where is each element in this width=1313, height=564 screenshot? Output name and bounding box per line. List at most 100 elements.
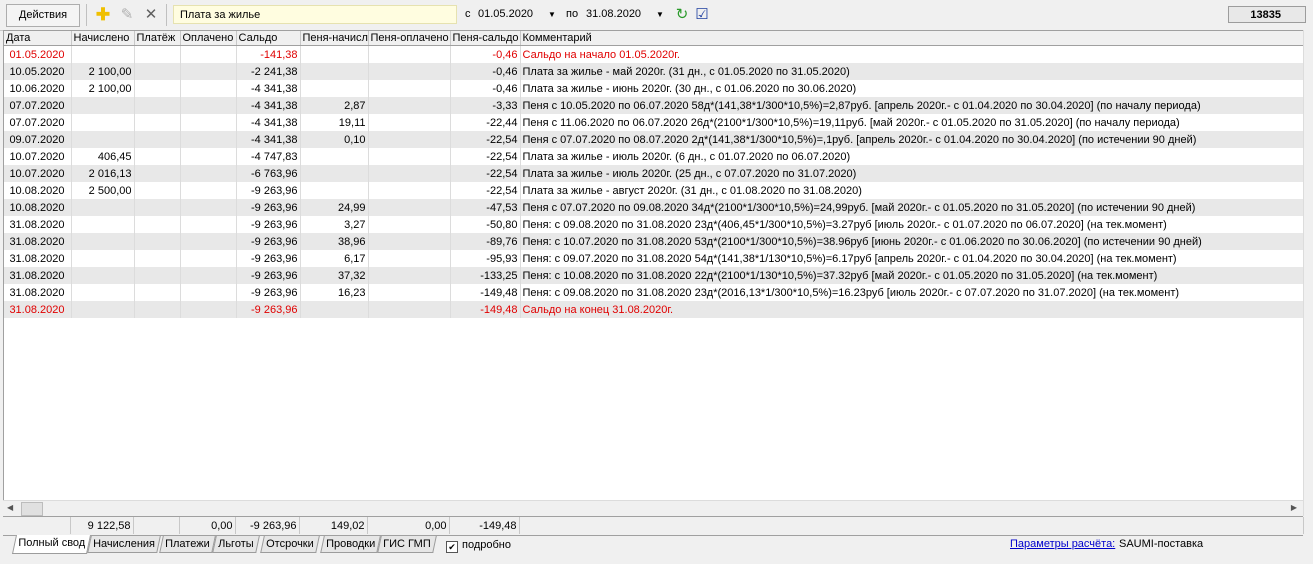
tab-full-summary[interactable]: Полный свод [11, 535, 91, 554]
chevron-down-icon[interactable]: ▼ [654, 5, 666, 24]
table-row[interactable]: 10.05.2020 2 100,00 -2 241,38 -0,46 Плата за… [4, 63, 1304, 80]
cell-penalty-accrued: 0,10 [300, 131, 369, 148]
column-header-balance[interactable]: Сальдо [236, 31, 301, 46]
cell-balance: -6 763,96 [236, 165, 301, 182]
vertical-scrollbar[interactable] [1303, 30, 1313, 516]
cell-penalty-accrued: 19,11 [300, 114, 369, 131]
table-row[interactable]: 07.07.2020 -4 341,38 19,11 -22,44 Пеня с 11.… [4, 114, 1304, 131]
total-balance: -9 263,96 [235, 517, 300, 534]
cell-balance: -9 263,96 [236, 216, 301, 233]
cell-balance: -4 341,38 [236, 131, 301, 148]
tab-gis-gmp[interactable]: ГИС ГМП [377, 536, 437, 553]
cell-accrued [71, 131, 135, 148]
toolbar: Действия ✚ ✎ ✕ Плата за жилье с 01.05.20… [0, 0, 1313, 31]
cell-penalty-balance: -0,46 [450, 80, 521, 97]
cell-penalty-balance: -22,44 [450, 114, 521, 131]
table-row[interactable]: 31.08.2020 -9 263,96 16,23 -149,48 Пеня: с 0… [4, 284, 1304, 301]
cell-penalty-balance: -22,54 [450, 148, 521, 165]
column-header-penalty-accrued[interactable]: Пеня-начисл [300, 31, 369, 46]
cell-penalty-paid [368, 250, 451, 267]
table-row[interactable]: 10.08.2020 -9 263,96 24,99 -47,53 Пеня с 07.… [4, 199, 1304, 216]
data-grid[interactable]: Дата Начислено Платёж Оплачено Сальдо Пеня-на… [3, 30, 1304, 502]
cell-paid [180, 131, 237, 148]
edit-icon[interactable]: ✎ [118, 6, 136, 24]
tab-accruals[interactable]: Начисления [87, 536, 161, 553]
actions-button[interactable]: Действия [6, 4, 80, 27]
total-paid: 0,00 [179, 517, 236, 534]
calc-params-link[interactable]: Параметры расчёта: [1010, 538, 1115, 550]
cell-penalty-balance: -133,25 [450, 267, 521, 284]
column-header-penalty-paid[interactable]: Пеня-оплачено [368, 31, 451, 46]
cell-balance: -4 341,38 [236, 114, 301, 131]
cell-accrued [71, 284, 135, 301]
total-penalty-accrued: 149,02 [299, 517, 368, 534]
table-row[interactable]: 31.08.2020 -9 263,96 6,17 -95,93 Пеня: с 09.… [4, 250, 1304, 267]
cell-penalty-balance: -3,33 [450, 97, 521, 114]
scroll-left-icon[interactable]: ◀ [7, 503, 13, 512]
scroll-thumb[interactable] [21, 502, 43, 516]
from-date-field[interactable]: 01.05.2020 [478, 5, 533, 24]
checkbox-checked-icon[interactable]: ✔ [446, 541, 458, 553]
to-date-field[interactable]: 31.08.2020 [586, 5, 641, 24]
cell-penalty-paid [368, 233, 451, 250]
cell-penalty-balance: -149,48 [450, 284, 521, 301]
cell-penalty-accrued [300, 63, 369, 80]
total-date [3, 517, 71, 534]
table-body: 01.05.2020 -141,38 -0,46 Сальдо на начало 0… [4, 45, 1304, 318]
toolbar-separator [86, 4, 87, 26]
horizontal-scrollbar[interactable]: ◀ ▶ [3, 500, 1303, 516]
cell-comment: Пеня с 07.07.2020 по 08.07.2020 2д*(141,… [520, 131, 1304, 148]
total-comment [519, 517, 1304, 534]
table-row[interactable]: 31.08.2020 -9 263,96 37,32 -133,25 Пеня: с 1… [4, 267, 1304, 284]
cell-accrued [71, 199, 135, 216]
column-header-date[interactable]: Дата [4, 31, 72, 46]
cell-balance: -9 263,96 [236, 250, 301, 267]
cell-balance: -4 341,38 [236, 97, 301, 114]
cell-accrued: 2 016,13 [71, 165, 135, 182]
column-header-penalty-balance[interactable]: Пеня-сальдо [450, 31, 521, 46]
table-row[interactable]: 10.07.2020 2 016,13 -6 763,96 -22,54 Плата з… [4, 165, 1304, 182]
table-row[interactable]: 01.05.2020 -141,38 -0,46 Сальдо на начало 0… [4, 45, 1304, 63]
table-row[interactable]: 10.06.2020 2 100,00 -4 341,38 -0,46 Плата за… [4, 80, 1304, 97]
tab-deferrals[interactable]: Отсрочки [260, 536, 320, 553]
cell-penalty-paid [368, 131, 451, 148]
table-row[interactable]: 31.08.2020 -9 263,96 -149,48 Сальдо на коне… [4, 301, 1304, 318]
cell-accrued: 2 100,00 [71, 80, 135, 97]
cell-paid [180, 148, 237, 165]
cell-penalty-accrued: 37,32 [300, 267, 369, 284]
tab-payments[interactable]: Платежи [159, 536, 216, 553]
table-row[interactable]: 31.08.2020 -9 263,96 3,27 -50,80 Пеня: с 09.… [4, 216, 1304, 233]
add-icon[interactable]: ✚ [94, 6, 112, 24]
tab-postings[interactable]: Проводки [320, 536, 381, 553]
table-row[interactable]: 31.08.2020 -9 263,96 38,96 -89,76 Пеня: с 10… [4, 233, 1304, 250]
cell-penalty-accrued: 24,99 [300, 199, 369, 216]
delete-icon[interactable]: ✕ [142, 6, 160, 24]
cell-date: 10.07.2020 [4, 165, 72, 182]
column-header-comment[interactable]: Комментарий [520, 31, 1304, 46]
cell-penalty-balance: -22,54 [450, 165, 521, 182]
column-header-paid[interactable]: Оплачено [180, 31, 237, 46]
scroll-right-icon[interactable]: ▶ [1291, 503, 1297, 512]
checklist-icon[interactable]: ☑ [693, 6, 711, 24]
table-row[interactable]: 10.08.2020 2 500,00 -9 263,96 -22,54 Плата з… [4, 182, 1304, 199]
cell-penalty-accrued: 3,27 [300, 216, 369, 233]
table-row[interactable]: 07.07.2020 -4 341,38 2,87 -3,33 Пеня с 10.05… [4, 97, 1304, 114]
cell-payment [134, 216, 181, 233]
cell-penalty-balance: -0,46 [450, 63, 521, 80]
service-field[interactable]: Плата за жилье [173, 5, 457, 24]
refresh-icon[interactable]: ↻ [673, 6, 691, 24]
cell-date: 31.08.2020 [4, 267, 72, 284]
table-row[interactable]: 09.07.2020 -4 341,38 0,10 -22,54 Пеня с 07.0… [4, 131, 1304, 148]
cell-comment: Плата за жилье - август 2020г. (31 дн., … [520, 182, 1304, 199]
cell-comment: Пеня: с 10.08.2020 по 31.08.2020 22д*(21… [520, 267, 1304, 284]
cell-comment: Пеня: с 09.08.2020 по 31.08.2020 23д*(40… [520, 216, 1304, 233]
ledger-table: Дата Начислено Платёж Оплачено Сальдо Пеня-на… [4, 31, 1304, 318]
chevron-down-icon[interactable]: ▼ [546, 5, 558, 24]
column-header-accrued[interactable]: Начислено [71, 31, 135, 46]
table-row[interactable]: 10.07.2020 406,45 -4 747,83 -22,54 Плата за … [4, 148, 1304, 165]
cell-penalty-accrued [300, 165, 369, 182]
tab-benefits[interactable]: Льготы [212, 536, 260, 553]
detail-checkbox[interactable]: ✔ подробно [446, 539, 511, 553]
column-header-payment[interactable]: Платёж [134, 31, 181, 46]
totals-row: 9 122,58 0,00 -9 263,96 149,02 0,00 -149,48 [3, 516, 1304, 536]
